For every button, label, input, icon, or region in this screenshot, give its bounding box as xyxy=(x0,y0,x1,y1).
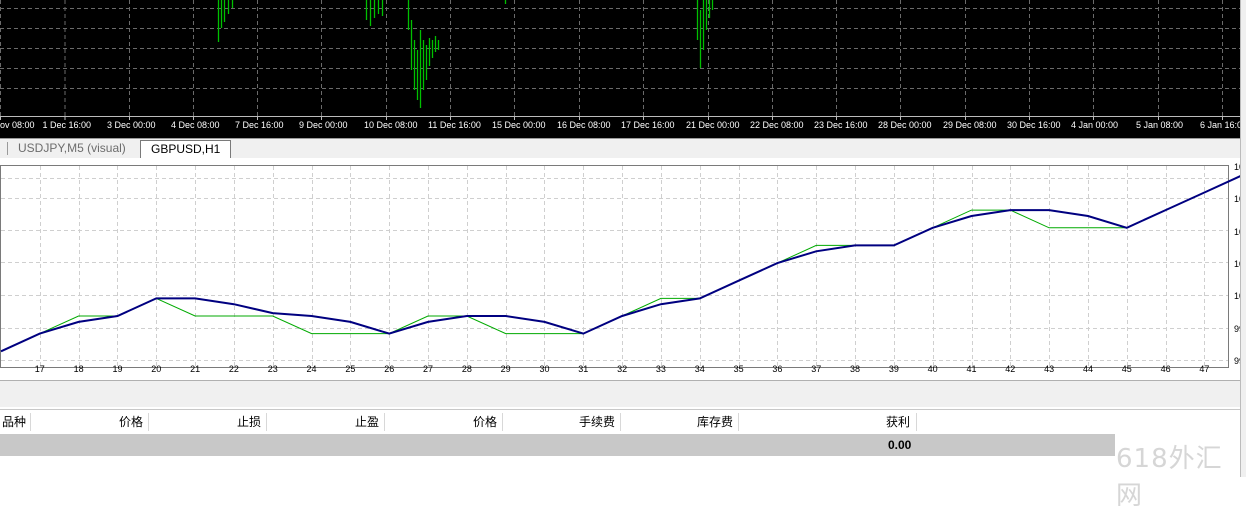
x-tick-label: 45 xyxy=(1122,364,1132,374)
x-tick-label: 36 xyxy=(772,364,782,374)
time-label: ov 08:00 xyxy=(0,120,35,130)
y-tick-label: 10 xyxy=(1234,194,1240,204)
x-tick-label: 33 xyxy=(656,364,666,374)
col-symbol[interactable]: 品种 xyxy=(2,410,26,434)
x-tick-label: 43 xyxy=(1044,364,1054,374)
x-tick-label: 27 xyxy=(423,364,433,374)
time-label: 4 Dec 08:00 xyxy=(171,120,220,130)
x-tick-label: 30 xyxy=(539,364,549,374)
equity-chart[interactable]: 17 18 19 20 21 22 23 24 25 26 27 28 29 30 31 32 33 34 35 36… xyxy=(0,158,1240,378)
y-tick-label: 10 xyxy=(1234,259,1240,269)
y-tick-label: 10 xyxy=(1234,291,1240,301)
x-tick-label: 31 xyxy=(578,364,588,374)
time-label: 16 Dec 08:00 xyxy=(557,120,611,130)
chart-tab-bar: USDJPY,M5 (visual) GBPUSD,H1 xyxy=(0,138,1240,159)
col-profit[interactable]: 获利 xyxy=(886,410,910,434)
price-chart[interactable]: ov 08:00 1 Dec 16:00 3 Dec 00:00 4 Dec 08:0… xyxy=(0,0,1240,138)
col-take-profit[interactable]: 止盈 xyxy=(355,410,379,434)
col-commission[interactable]: 手续费 xyxy=(579,410,615,434)
time-axis-labels: ov 08:00 1 Dec 16:00 3 Dec 00:00 4 Dec 08:0… xyxy=(0,120,1240,130)
price-chart-grid xyxy=(0,0,1240,120)
time-label: 23 Dec 16:00 xyxy=(814,120,868,130)
x-tick-label: 40 xyxy=(928,364,938,374)
y-tick-label: 10 xyxy=(1234,227,1240,237)
time-label: 11 Dec 16:00 xyxy=(428,120,481,130)
x-tick-label: 24 xyxy=(307,364,317,374)
col-price[interactable]: 价格 xyxy=(119,410,143,434)
col-separator xyxy=(502,413,503,431)
col-separator xyxy=(384,413,385,431)
x-tick-label: 34 xyxy=(695,364,705,374)
x-tick-label: 22 xyxy=(229,364,239,374)
time-label: 1 Dec 16:00 xyxy=(43,120,92,130)
time-label: 28 Dec 00:00 xyxy=(878,120,932,130)
price-chart-canvas: ov 08:00 1 Dec 16:00 3 Dec 00:00 4 Dec 08:0… xyxy=(0,0,1240,130)
time-label: 29 Dec 08:00 xyxy=(943,120,997,130)
watermark: 618外汇网 xyxy=(1116,444,1223,511)
x-tick-label: 23 xyxy=(268,364,278,374)
col-separator xyxy=(916,413,917,431)
y-tick-label: 99 xyxy=(1234,324,1240,334)
x-tick-label: 37 xyxy=(811,364,821,374)
col-separator xyxy=(266,413,267,431)
time-label: 3 Dec 00:00 xyxy=(107,120,156,130)
price-chart-candles xyxy=(217,0,714,108)
col-stop-loss[interactable]: 止损 xyxy=(237,410,261,434)
time-label: 10 Dec 08:00 xyxy=(364,120,418,130)
col-separator xyxy=(30,413,31,431)
summary-row: 0.00 xyxy=(0,434,1115,456)
y-axis-labels: 10 10 10 10 10 99 99 xyxy=(1234,162,1240,366)
col-separator xyxy=(738,413,739,431)
x-tick-label: 47 xyxy=(1199,364,1209,374)
time-label: 9 Dec 00:00 xyxy=(299,120,348,130)
x-tick-label: 41 xyxy=(966,364,976,374)
x-tick-label: 17 xyxy=(35,364,45,374)
x-tick-label: 44 xyxy=(1083,364,1093,374)
col-swap[interactable]: 库存费 xyxy=(697,410,733,434)
col-separator xyxy=(620,413,621,431)
y-tick-label: 10 xyxy=(1234,162,1240,172)
tab-gbpusd[interactable]: GBPUSD,H1 xyxy=(140,140,232,158)
x-tick-label: 46 xyxy=(1161,364,1171,374)
x-tick-label: 35 xyxy=(734,364,744,374)
x-tick-label: 21 xyxy=(190,364,200,374)
x-tick-label: 38 xyxy=(850,364,860,374)
y-tick-label: 99 xyxy=(1234,356,1240,366)
profit-total: 0.00 xyxy=(888,438,912,452)
equity-plot-frame xyxy=(0,165,1229,368)
time-label: 15 Dec 00:00 xyxy=(492,120,546,130)
x-tick-label: 39 xyxy=(889,364,899,374)
time-label: 5 Jan 08:00 xyxy=(1136,120,1183,130)
x-tick-label: 20 xyxy=(151,364,161,374)
x-tick-label: 32 xyxy=(617,364,627,374)
col-separator xyxy=(148,413,149,431)
price-scale-strip xyxy=(1240,0,1246,477)
time-label: 30 Dec 16:00 xyxy=(1007,120,1061,130)
time-label: 4 Jan 00:00 xyxy=(1071,120,1118,130)
x-tick-label: 26 xyxy=(384,364,394,374)
x-tick-label: 28 xyxy=(462,364,472,374)
time-label: 17 Dec 16:00 xyxy=(621,120,675,130)
equity-chart-canvas: 17 18 19 20 21 22 23 24 25 26 27 28 29 30 31 32 33 34 35 36… xyxy=(0,162,1240,374)
time-label: 22 Dec 08:00 xyxy=(750,120,804,130)
x-tick-label: 29 xyxy=(501,364,511,374)
time-label: 21 Dec 00:00 xyxy=(686,120,740,130)
tab-usdjpy[interactable]: USDJPY,M5 (visual) xyxy=(8,140,136,157)
time-label: 6 Jan 16:00 xyxy=(1200,120,1240,130)
x-tick-label: 42 xyxy=(1005,364,1015,374)
x-tick-label: 19 xyxy=(112,364,122,374)
panel-divider xyxy=(0,380,1240,407)
col-close-price[interactable]: 价格 xyxy=(473,410,497,434)
trade-table-header: 品种 价格 止损 止盈 价格 手续费 库存费 获利 xyxy=(0,409,1240,434)
time-label: 7 Dec 16:00 xyxy=(235,120,284,130)
x-tick-label: 25 xyxy=(345,364,355,374)
x-tick-label: 18 xyxy=(74,364,84,374)
